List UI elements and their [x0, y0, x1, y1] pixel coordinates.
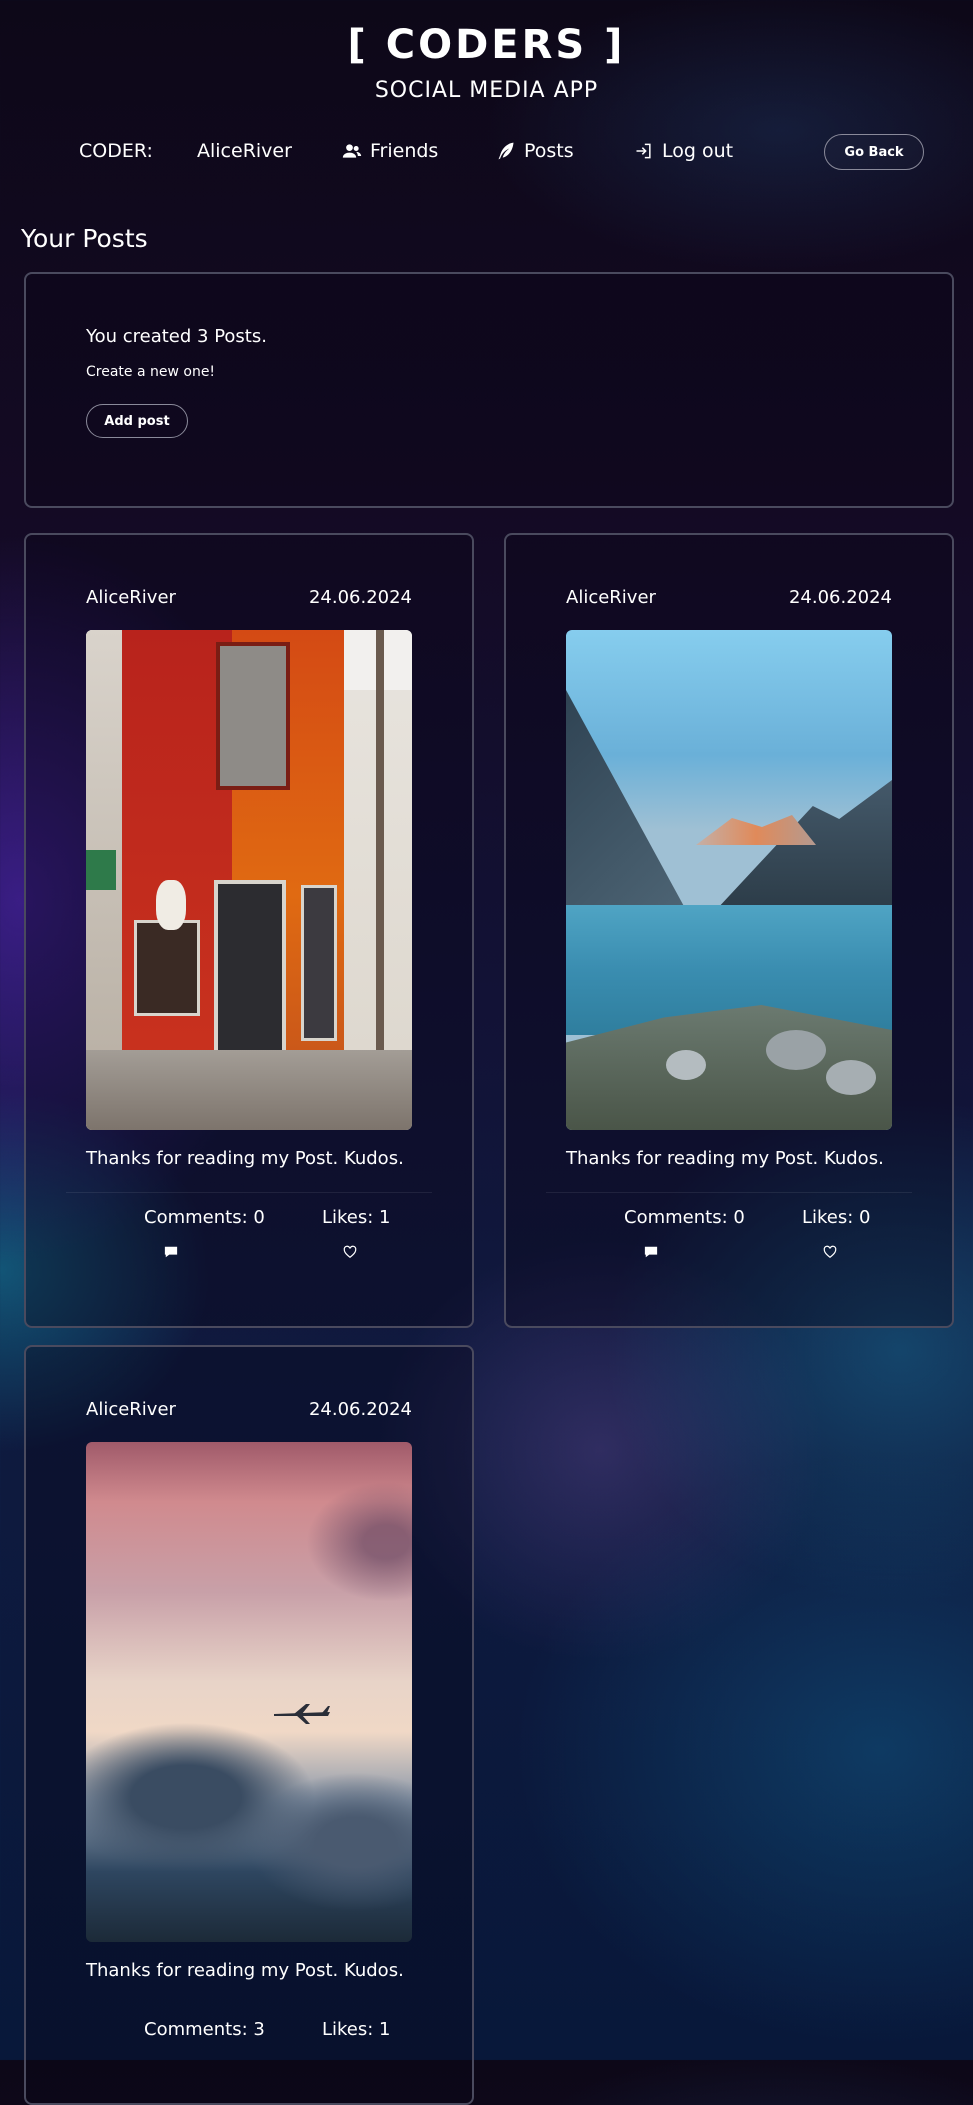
coder-label: CODER:	[79, 140, 153, 162]
likes-count: Likes: 1	[322, 2019, 391, 2040]
summary-title: You created 3 Posts.	[86, 326, 267, 347]
heart-outline-icon[interactable]	[823, 1245, 837, 1259]
nav-logout[interactable]: Log out	[634, 140, 733, 162]
add-post-button[interactable]: Add post	[86, 404, 188, 438]
app-title: [ CODERS ]	[347, 22, 626, 68]
comments-count: Comments: 0	[624, 1207, 745, 1228]
likes-count: Likes: 1	[322, 1207, 391, 1228]
comment-icon[interactable]	[644, 1245, 658, 1259]
post-author[interactable]: AliceRiver	[86, 587, 176, 608]
post-image[interactable]	[86, 630, 412, 1130]
post-caption: Thanks for reading my Post. Kudos.	[86, 1960, 404, 1981]
post-divider	[66, 1192, 432, 1193]
post-divider	[546, 1192, 912, 1193]
airplane-icon	[274, 1704, 330, 1724]
comments-count: Comments: 0	[144, 1207, 265, 1228]
nav-username-text: AliceRiver	[197, 140, 292, 162]
login-icon	[636, 143, 651, 159]
post-image[interactable]	[86, 1442, 412, 1942]
feather-icon	[498, 142, 514, 160]
summary-card: You created 3 Posts. Create a new one! A…	[24, 272, 954, 508]
nav-friends-label: Friends	[370, 140, 439, 162]
post-date: 24.06.2024	[788, 587, 892, 608]
nav-username[interactable]: AliceRiver	[197, 140, 292, 162]
comment-icon[interactable]	[164, 1245, 178, 1259]
nav-posts[interactable]: Posts	[496, 140, 574, 162]
nav-logout-label: Log out	[662, 140, 734, 162]
go-back-button[interactable]: Go Back	[824, 134, 924, 170]
users-icon	[342, 144, 362, 158]
post-image[interactable]	[566, 630, 892, 1130]
post-caption: Thanks for reading my Post. Kudos.	[566, 1148, 884, 1169]
post-author[interactable]: AliceRiver	[566, 587, 656, 608]
comments-count: Comments: 3	[144, 2019, 265, 2040]
app-subtitle: SOCIAL MEDIA APP	[374, 78, 599, 103]
post-card: AliceRiver 24.06.2024 Thanks for reading…	[24, 533, 474, 1328]
post-author[interactable]: AliceRiver	[86, 1399, 176, 1420]
page-title: Your Posts	[21, 224, 148, 253]
nav-posts-label: Posts	[524, 140, 574, 162]
post-card: AliceRiver 24.06.2024 Thanks for reading…	[24, 1345, 474, 2105]
post-date: 24.06.2024	[308, 587, 412, 608]
summary-subtitle: Create a new one!	[86, 364, 216, 380]
coder-label-text: CODER:	[79, 140, 153, 162]
post-card: AliceRiver 24.06.2024 Thanks for reading…	[504, 533, 954, 1328]
nav-friends[interactable]: Friends	[342, 140, 438, 162]
post-date: 24.06.2024	[308, 1399, 412, 1420]
post-caption: Thanks for reading my Post. Kudos.	[86, 1148, 404, 1169]
likes-count: Likes: 0	[802, 1207, 871, 1228]
heart-outline-icon[interactable]	[343, 1245, 357, 1259]
